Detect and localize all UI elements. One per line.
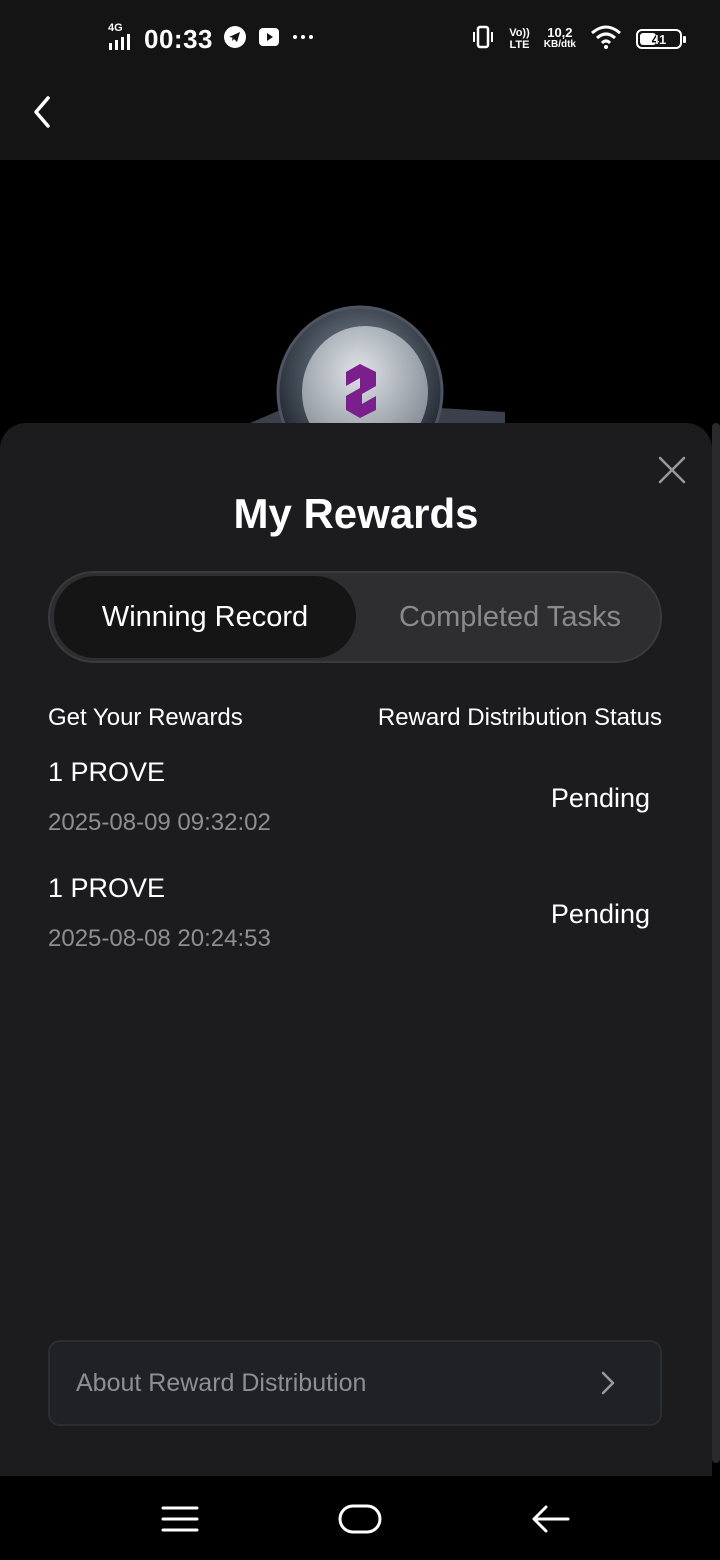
battery-icon: 41 <box>636 29 686 49</box>
column-header-rewards: Get Your Rewards <box>48 704 243 731</box>
menu-icon <box>161 1506 199 1532</box>
reward-amount: 1 PROVE <box>48 873 166 903</box>
sheet-title: My Rewards <box>233 490 479 537</box>
app-header <box>0 78 720 160</box>
column-header-status: Reward Distribution Status <box>377 704 662 731</box>
hero-banner <box>0 160 720 460</box>
back-arrow-icon <box>532 1505 570 1533</box>
reward-status: Pending <box>550 783 650 813</box>
reward-row: 1 PROVE 2025-08-08 20:24:53 Pending <box>48 873 662 973</box>
signal-icon: 4G <box>108 22 134 52</box>
home-button[interactable] <box>330 1494 390 1544</box>
tab-completed-tasks[interactable]: Completed Tasks <box>362 573 658 661</box>
reward-date: 2025-08-09 09:32:02 <box>48 809 271 836</box>
app-screen: 4G 00:33 Vo)) LTE 10,2 KB/dtk 41 My Rewa… <box>0 0 720 1560</box>
system-nav-bar <box>0 1476 720 1560</box>
more-notifications-icon <box>291 25 315 54</box>
vibrate-icon <box>471 24 495 55</box>
home-icon <box>338 1504 382 1534</box>
speed-value: 10,2 <box>547 25 573 40</box>
close-icon <box>658 456 686 484</box>
volte-label: Vo)) <box>509 27 530 39</box>
reward-date: 2025-08-08 20:24:53 <box>48 925 271 952</box>
back-button[interactable] <box>22 92 62 132</box>
youtube-icon <box>257 25 281 54</box>
about-reward-distribution-label: About Reward Distribution <box>76 1368 367 1397</box>
status-bar: 4G 00:33 Vo)) LTE 10,2 KB/dtk 41 <box>0 0 720 78</box>
volte-indicator: Vo)) LTE <box>509 27 530 51</box>
recent-apps-button[interactable] <box>150 1494 210 1544</box>
status-bar-right: Vo)) LTE 10,2 KB/dtk 41 <box>471 22 686 56</box>
reward-row: 1 PROVE 2025-08-09 09:32:02 Pending <box>48 757 662 857</box>
speed-unit: KB/dtk <box>543 39 576 50</box>
wifi-icon <box>590 24 622 55</box>
lte-label: LTE <box>509 39 530 51</box>
system-back-button[interactable] <box>520 1494 580 1544</box>
battery-level: 41 <box>651 31 667 47</box>
clock: 00:33 <box>144 23 213 54</box>
about-reward-distribution-button[interactable]: About Reward Distribution <box>48 1340 662 1426</box>
telegram-icon <box>223 25 247 54</box>
close-button[interactable] <box>652 450 692 490</box>
reward-status: Pending <box>550 899 650 929</box>
scrollbar[interactable] <box>712 423 720 1463</box>
reward-amount: 1 PROVE <box>48 757 166 787</box>
tab-switcher: Winning Record Completed Tasks <box>48 571 662 663</box>
status-bar-left: 4G 00:33 <box>108 22 315 56</box>
token-coin-image <box>250 305 505 460</box>
tab-winning-record[interactable]: Winning Record <box>54 576 356 658</box>
network-speed: 10,2 KB/dtk <box>543 25 576 51</box>
chevron-right-icon <box>601 1371 615 1395</box>
chevron-left-icon <box>34 96 50 128</box>
